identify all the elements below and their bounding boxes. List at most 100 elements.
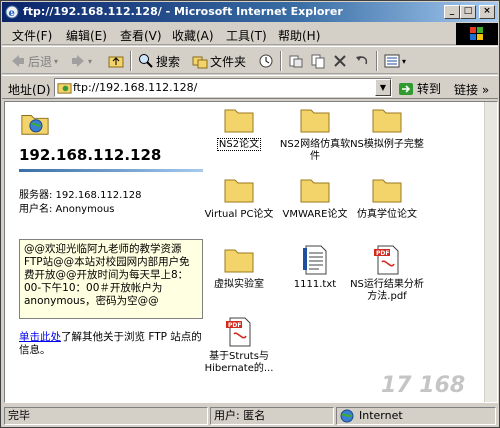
up-folder-icon [108,56,124,68]
file-item[interactable]: Virtual PC论文 [201,174,277,221]
welcome-message: @@欢迎光临阿九老师的教学资源FTP站@@本站对校园网内部用户免费开放@@开放时… [19,239,203,319]
views-dropdown-icon[interactable]: ▾ [402,57,406,66]
copy-to-icon [311,54,325,69]
back-dropdown-icon[interactable]: ▾ [54,57,58,66]
file-item[interactable]: VMWARE论文 [277,174,353,221]
ie-logo-icon: e [5,5,19,19]
status-text: 完毕 [4,407,208,425]
go-button[interactable]: 转到 [398,80,441,97]
file-item[interactable]: NS2网络仿真软件 [277,104,353,163]
windows-logo [456,23,498,45]
pdf-file-icon: PDF [226,317,251,347]
vertical-scrollbar-track[interactable] [484,102,497,402]
address-field[interactable]: ▼ [54,78,392,97]
file-item[interactable]: 仿真学位论文 [349,174,425,221]
forward-button[interactable]: ▾ [70,52,92,70]
ftp-server-icon [21,115,49,135]
file-item[interactable]: NS模拟例子完整 [349,104,425,151]
windows-flag-icon [470,27,483,40]
title-bar[interactable]: e ftp://192.168.112.128/ - Microsoft Int… [2,2,498,22]
folder-icon [372,109,402,133]
file-item[interactable]: NS2论文 [201,104,277,151]
help-link[interactable]: 单击此处 [19,331,61,343]
user-info: 用户名: Anonymous [19,204,115,215]
address-input[interactable] [73,81,373,94]
status-zone: Internet [336,407,496,425]
file-name: NS运行结果分析方法.pdf [350,279,424,302]
address-bar: 地址(D) ▼ 转到 链接 » [2,75,498,99]
text-file-icon [303,245,327,275]
status-user: 用户: 匿名 [210,407,334,425]
file-item[interactable]: PDF 基于Struts与Hibernate的... [201,316,277,375]
file-item[interactable]: 1111.txt [277,244,353,291]
copy-to-button[interactable] [310,52,328,70]
folder-icon [300,109,330,133]
file-name: 基于Struts与Hibernate的... [204,351,274,374]
delete-button[interactable] [332,52,350,70]
close-button[interactable]: × [479,5,495,19]
history-icon [259,54,273,68]
folder-icon [224,179,254,203]
file-item[interactable]: PDF NS运行结果分析方法.pdf [349,244,425,303]
address-label: 地址(D) [8,83,51,97]
status-zone-label: Internet [359,409,403,422]
ie-window: e ftp://192.168.112.128/ - Microsoft Int… [0,0,500,428]
host-divider [19,169,203,172]
search-button[interactable]: 搜索 [138,52,180,70]
links-label: 链接 [454,83,479,97]
window-title: ftp://192.168.112.128/ - Microsoft Inter… [23,5,343,18]
file-name: NS2论文 [216,138,262,151]
svg-text:PDF: PDF [376,250,389,257]
back-arrow-icon [12,55,24,67]
file-name: 仿真学位论文 [357,209,417,220]
folder-icon [372,179,402,203]
menu-bar: 文件(F) 编辑(E) 查看(V) 收藏(A) 工具(T) 帮助(H) [2,23,498,45]
forward-dropdown-icon[interactable]: ▾ [88,57,92,66]
minimize-button[interactable]: _ [444,5,460,19]
standard-toolbar: 后退 ▾ ▾ 搜索 文件夹 ▾ [2,46,498,74]
back-button[interactable]: 后退 ▾ [10,52,58,70]
history-button[interactable] [258,52,276,70]
folder-icon [224,109,254,133]
menu-view[interactable]: 查看(V) [120,27,162,44]
up-folder-button[interactable] [108,52,126,70]
status-bar: 完毕 用户: 匿名 Internet [2,405,498,427]
internet-globe-icon [340,409,354,423]
menu-favorites[interactable]: 收藏(A) [172,27,214,44]
menu-help[interactable]: 帮助(H) [278,27,320,44]
links-button[interactable]: 链接 » [454,81,489,98]
undo-icon [356,56,368,65]
folders-button[interactable]: 文件夹 [192,52,246,70]
go-label: 转到 [417,82,442,96]
file-name: VMWARE论文 [282,209,348,220]
undo-button[interactable] [354,52,372,70]
file-name: 虚拟实验室 [214,279,264,290]
file-name: NS模拟例子完整 [350,139,424,150]
folder-icon [300,179,330,203]
search-icon [139,54,153,68]
file-name: NS2网络仿真软件 [279,139,351,162]
forward-arrow-icon [72,55,84,67]
watermark-logo: 17 168 [381,373,466,398]
search-label: 搜索 [156,54,181,69]
go-arrow-icon [399,82,413,95]
views-button[interactable]: ▾ [384,52,406,70]
toolbar-separator [280,51,282,71]
address-dropdown-button[interactable]: ▼ [375,79,391,96]
ftp-folder-icon [57,83,72,94]
info-panel: 192.168.112.128 服务器: 192.168.112.128 用户名… [5,102,205,402]
folder-icon [224,249,254,273]
file-item[interactable]: 虚拟实验室 [201,244,277,291]
menu-edit[interactable]: 编辑(E) [66,27,107,44]
pdf-file-icon: PDF [374,245,399,275]
file-name: Virtual PC论文 [204,209,274,220]
svg-text:e: e [9,8,15,19]
toolbar-separator [130,51,132,71]
help-text: 单击此处了解其他关于浏览 FTP 站点的信息。 [19,331,203,357]
menu-tools[interactable]: 工具(T) [226,27,267,44]
host-title: 192.168.112.128 [19,146,162,164]
toolbar-separator [376,51,378,71]
maximize-button[interactable]: □ [460,5,476,19]
menu-file[interactable]: 文件(F) [12,27,52,44]
move-to-button[interactable] [288,52,306,70]
